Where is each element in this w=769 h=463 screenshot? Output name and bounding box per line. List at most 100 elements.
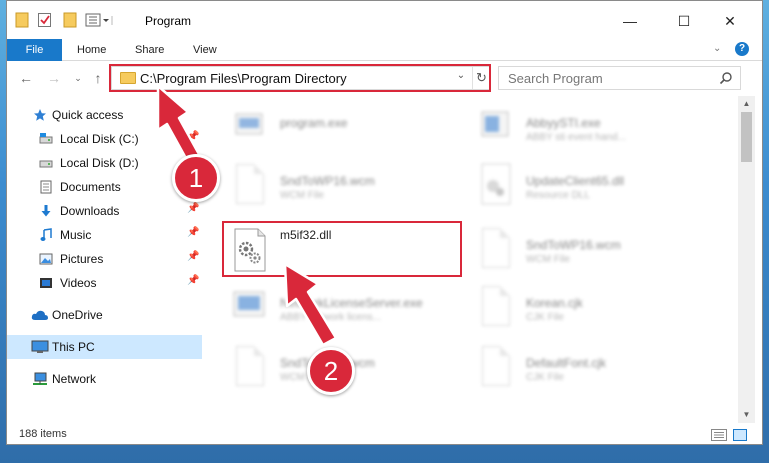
tab-file[interactable]: File (7, 39, 62, 61)
nav-label: Downloads (60, 204, 120, 218)
search-box[interactable]: Search Program (498, 66, 741, 90)
file-type: WCM File (526, 254, 570, 265)
network-icon (33, 372, 47, 385)
music-icon (40, 228, 52, 241)
exe-file-icon (481, 111, 509, 137)
file-type: ABBY sti event hand... (526, 132, 626, 143)
pin-icon[interactable]: 📌 (187, 227, 199, 238)
navigation-pane: Quick access Local Disk (C:) 📌 Local Dis… (7, 96, 202, 416)
tab-share[interactable]: Share (135, 39, 164, 61)
document-file-icon (236, 164, 264, 204)
file-name: UpdateClient65.dll (526, 174, 625, 188)
download-icon (41, 205, 51, 217)
scroll-up-arrow-icon[interactable]: ▲ (738, 96, 755, 112)
drive-icon (39, 160, 53, 168)
videos-icon (40, 278, 52, 288)
nav-label: Documents (60, 180, 121, 194)
file-name: program.exe (280, 116, 348, 130)
search-input[interactable]: Search Program (508, 71, 603, 86)
file-item[interactable]: AbbyySTI.exe ABBY sti event hand... (476, 104, 726, 160)
back-arrow-icon[interactable]: ← (17, 69, 35, 87)
nav-item-downloads[interactable]: Downloads 📌 (7, 199, 202, 223)
nav-label: Quick access (52, 108, 124, 122)
file-type: CJK File (526, 372, 564, 383)
pin-icon[interactable]: 📌 (187, 251, 199, 262)
tab-view[interactable]: View (193, 39, 217, 61)
file-item[interactable]: SndToWP16.wcm WCM File (230, 162, 480, 218)
file-type: CJK File (526, 312, 564, 323)
folder-icon (15, 12, 29, 28)
nav-label: This PC (52, 340, 95, 354)
nav-item-pictures[interactable]: Pictures 📌 (7, 247, 202, 271)
nav-item-network[interactable]: Network (7, 367, 202, 391)
nav-item-quick-access[interactable]: Quick access (7, 103, 202, 127)
minimize-button[interactable]: — (607, 7, 653, 35)
file-highlight-box (222, 221, 462, 277)
nav-item-local-disk-c[interactable]: Local Disk (C:) 📌 (7, 127, 202, 151)
step-2-badge: 2 (307, 347, 355, 395)
file-item[interactable]: SndToWP16.wcm WCM File (230, 344, 480, 400)
nav-item-music[interactable]: Music 📌 (7, 223, 202, 247)
ribbon-tabs: File Home Share View ⌄ ? (7, 39, 762, 61)
address-bar-highlight-box (109, 64, 491, 92)
title-bar: Program — ☐ ✕ (7, 1, 762, 39)
navigation-bar: ← → ⌄ ↑ C:\Program Files\Program Directo… (7, 62, 762, 96)
details-view-icon[interactable] (711, 429, 727, 441)
maximize-button[interactable]: ☐ (661, 7, 707, 35)
file-item[interactable]: NetworkLicenseServer.exe ABBY network li… (230, 284, 480, 340)
nav-item-this-pc[interactable]: This PC (7, 335, 202, 359)
file-type: Resource DLL (526, 190, 590, 201)
document-file-icon (482, 346, 510, 386)
computer-icon (31, 340, 49, 353)
drive-icon (39, 133, 53, 144)
pictures-icon (39, 253, 53, 265)
file-type: WCM File (280, 190, 324, 201)
exe-file-icon (235, 113, 263, 135)
nav-label: OneDrive (52, 308, 103, 322)
large-icons-view-icon[interactable] (733, 429, 747, 441)
file-item[interactable]: DefaultFont.cjk CJK File (476, 344, 726, 400)
file-item[interactable]: program.exe (230, 104, 480, 160)
up-arrow-icon[interactable]: ↑ (89, 69, 107, 87)
nav-label: Videos (60, 276, 97, 290)
new-folder-quick-access-icon[interactable] (63, 12, 77, 28)
file-item[interactable]: Korean.cjk CJK File (476, 284, 726, 340)
recent-locations-chevron-icon[interactable]: ⌄ (69, 69, 87, 87)
cloud-icon (31, 310, 48, 320)
vertical-scrollbar[interactable]: ▲ ▼ (738, 96, 755, 423)
document-file-icon (482, 286, 510, 326)
documents-icon (40, 180, 52, 194)
pin-icon[interactable]: 📌 (187, 275, 199, 286)
file-item[interactable]: SndToWP16.wcm WCM File (476, 226, 726, 282)
window-title: Program (145, 14, 192, 28)
close-button[interactable]: ✕ (707, 7, 753, 35)
help-button[interactable]: ? (735, 42, 749, 56)
file-type: ABBY network licens... (280, 312, 381, 323)
exe-file-icon (233, 291, 265, 317)
file-name: AbbyySTI.exe (526, 116, 601, 130)
item-count: 188 items (19, 428, 67, 440)
file-name: SndToWP16.wcm (280, 174, 375, 188)
file-item[interactable]: UpdateClient65.dll Resource DLL (476, 162, 726, 218)
nav-label: Pictures (60, 252, 104, 266)
step-1-badge: 1 (172, 154, 220, 202)
scroll-down-arrow-icon[interactable]: ▼ (738, 407, 755, 423)
nav-label: Local Disk (D:) (60, 156, 139, 170)
nav-item-onedrive[interactable]: OneDrive (7, 303, 202, 327)
nav-label: Network (52, 372, 97, 386)
search-icon (719, 72, 732, 85)
status-bar: 188 items (7, 425, 762, 444)
file-name: Korean.cjk (526, 296, 583, 310)
forward-arrow-icon[interactable]: → (45, 69, 63, 87)
star-icon (34, 109, 46, 121)
properties-quick-access-icon[interactable] (37, 12, 53, 28)
pin-icon[interactable]: 📌 (187, 203, 199, 214)
dll-settings-file-icon (481, 163, 511, 205)
expand-ribbon-chevron-icon[interactable]: ⌄ (713, 43, 721, 54)
scroll-thumb[interactable] (741, 112, 752, 162)
tab-home[interactable]: Home (77, 39, 106, 61)
nav-label: Music (60, 228, 92, 242)
customize-toolbar-icon[interactable] (85, 12, 115, 28)
pin-icon[interactable]: 📌 (187, 131, 199, 142)
nav-item-videos[interactable]: Videos 📌 (7, 271, 202, 295)
